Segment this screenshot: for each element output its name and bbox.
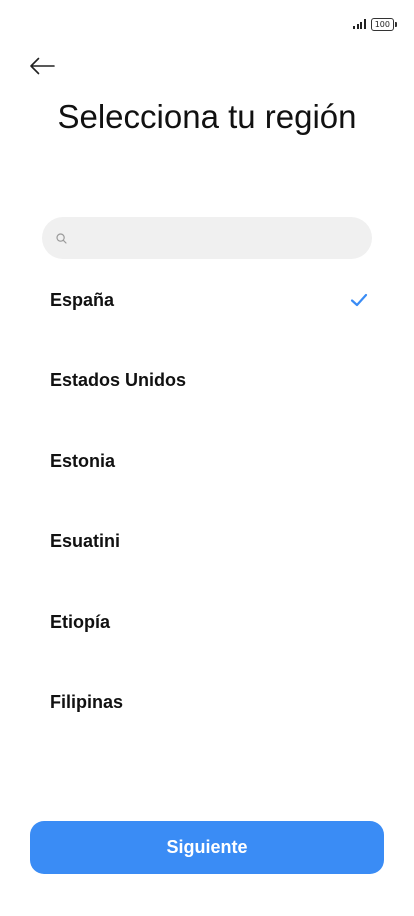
region-list: España Estados Unidos Estonia Esuatini E… bbox=[0, 260, 414, 743]
checkmark-icon bbox=[350, 294, 368, 307]
signal-bars-icon bbox=[353, 19, 366, 29]
page-title: Selecciona tu región bbox=[57, 98, 357, 135]
next-button[interactable]: Siguiente bbox=[30, 821, 384, 874]
region-item-label: Estonia bbox=[50, 450, 116, 471]
arrow-left-icon bbox=[30, 57, 55, 75]
region-item-estados-unidos[interactable]: Estados Unidos bbox=[0, 341, 414, 422]
search-icon bbox=[56, 232, 67, 244]
battery-level: 100 bbox=[374, 19, 390, 29]
battery-icon: 100 bbox=[370, 17, 398, 31]
search-input[interactable] bbox=[75, 228, 372, 248]
region-item-label: Etiopía bbox=[50, 611, 111, 632]
status-bar: 100 bbox=[353, 16, 398, 32]
region-item-espana[interactable]: España bbox=[0, 260, 414, 341]
region-item-label: Filipinas bbox=[50, 692, 124, 713]
region-item-filipinas[interactable]: Filipinas bbox=[0, 663, 414, 744]
region-item-label: España bbox=[50, 289, 115, 310]
back-button[interactable] bbox=[26, 50, 58, 82]
region-item-label: Estados Unidos bbox=[50, 370, 187, 391]
region-item-label: Esuatini bbox=[50, 531, 121, 552]
region-item-esuatini[interactable]: Esuatini bbox=[0, 502, 414, 583]
search-bar[interactable] bbox=[42, 217, 372, 259]
region-item-etiopia[interactable]: Etiopía bbox=[0, 582, 414, 663]
region-item-estonia[interactable]: Estonia bbox=[0, 421, 414, 502]
